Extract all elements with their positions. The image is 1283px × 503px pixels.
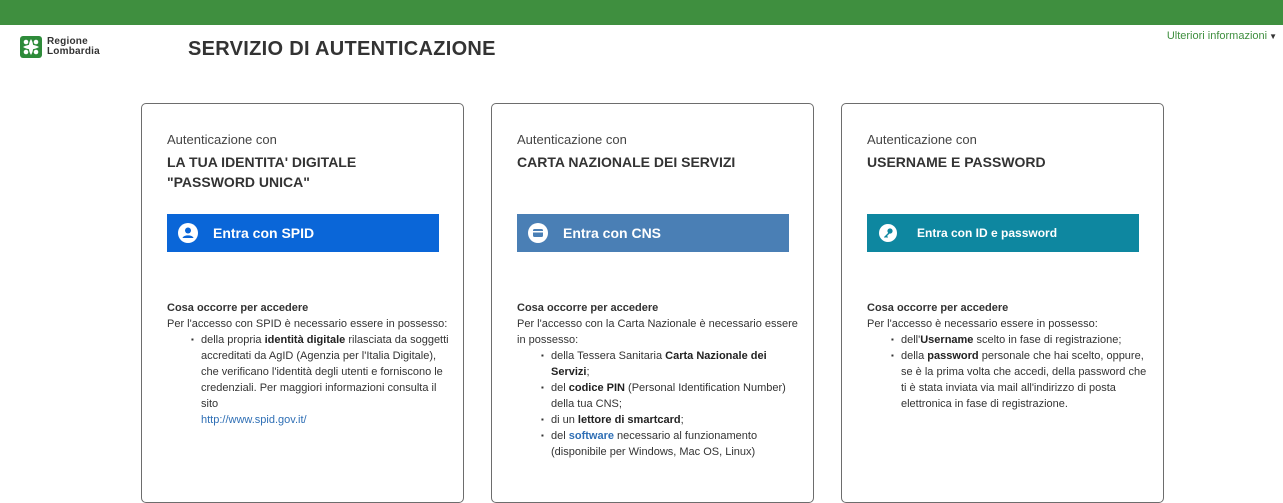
card-icon bbox=[528, 223, 548, 243]
requirements: Cosa occorre per accedere Per l'accesso … bbox=[167, 300, 452, 428]
requirements-title: Cosa occorre per accedere bbox=[867, 302, 1009, 314]
page-title: SERVIZIO DI AUTENTICAZIONE bbox=[188, 38, 496, 60]
key-icon bbox=[879, 224, 897, 242]
requirements-list: della propria identità digitale rilascia… bbox=[167, 332, 452, 428]
card-subtitle: Autenticazione con bbox=[867, 132, 977, 147]
user-icon bbox=[178, 223, 198, 243]
spid-auth-card: Autenticazione con LA TUA IDENTITA' DIGI… bbox=[141, 103, 464, 503]
button-label: Entra con ID e password bbox=[917, 226, 1058, 240]
list-item: del codice PIN (Personal Identification … bbox=[541, 380, 802, 412]
software-link[interactable]: software bbox=[569, 430, 614, 442]
card-title: LA TUA IDENTITA' DIGITALE "PASSWORD UNIC… bbox=[167, 154, 357, 190]
card-title: USERNAME E PASSWORD bbox=[867, 154, 1046, 170]
requirements-title: Cosa occorre per accedere bbox=[167, 302, 309, 314]
requirements-intro: Per l'accesso è necessario essere in pos… bbox=[867, 318, 1098, 330]
logo-line-2: Lombardia bbox=[47, 46, 100, 57]
button-label: Entra con SPID bbox=[213, 225, 315, 241]
list-item: della propria identità digitale rilascia… bbox=[191, 332, 452, 428]
list-item: del software necessario al funzionamento… bbox=[541, 428, 802, 460]
list-item: dell'Username scelto in fase di registra… bbox=[891, 332, 1152, 348]
requirements-intro: Per l'accesso con la Carta Nazionale è n… bbox=[517, 318, 798, 346]
enter-id-password-button[interactable]: Entra con ID e password bbox=[867, 214, 1139, 252]
logo-text: Regione Lombardia bbox=[47, 37, 100, 57]
list-item: di un lettore di smartcard; bbox=[541, 412, 802, 428]
more-info-label: Ulteriori informazioni bbox=[1166, 30, 1268, 42]
more-info-dropdown[interactable]: Ulteriori informazioni ▼ bbox=[1167, 30, 1277, 42]
card-subtitle: Autenticazione con bbox=[517, 132, 627, 147]
button-label: Entra con CNS bbox=[563, 225, 662, 241]
regione-lombardia-rosa-camuna-icon bbox=[20, 36, 42, 58]
top-bar bbox=[0, 0, 1283, 25]
spid-website-link[interactable]: http://www.spid.gov.it/ bbox=[201, 414, 307, 426]
enter-spid-button[interactable]: Entra con SPID bbox=[167, 214, 439, 252]
requirements-intro: Per l'accesso con SPID è necessario esse… bbox=[167, 318, 448, 330]
requirements-list: dell'Username scelto in fase di registra… bbox=[867, 332, 1152, 412]
password-auth-card: Autenticazione con USERNAME E PASSWORD E… bbox=[841, 103, 1164, 503]
card-title: CARTA NAZIONALE DEI SERVIZI bbox=[517, 154, 736, 170]
requirements-list: della Tessera Sanitaria Carta Nazionale … bbox=[517, 348, 802, 460]
card-subtitle: Autenticazione con bbox=[167, 132, 277, 147]
list-item: della Tessera Sanitaria Carta Nazionale … bbox=[541, 348, 802, 380]
cns-auth-card: Autenticazione con CARTA NAZIONALE DEI S… bbox=[491, 103, 814, 503]
caret-down-icon: ▼ bbox=[1269, 32, 1277, 41]
requirements: Cosa occorre per accedere Per l'accesso … bbox=[867, 300, 1152, 412]
requirements-title: Cosa occorre per accedere bbox=[517, 302, 659, 314]
list-item: della password personale che hai scelto,… bbox=[891, 348, 1152, 412]
regione-lombardia-logo[interactable]: Regione Lombardia bbox=[20, 36, 100, 58]
requirements: Cosa occorre per accedere Per l'accesso … bbox=[517, 300, 802, 460]
enter-cns-button[interactable]: Entra con CNS bbox=[517, 214, 789, 252]
